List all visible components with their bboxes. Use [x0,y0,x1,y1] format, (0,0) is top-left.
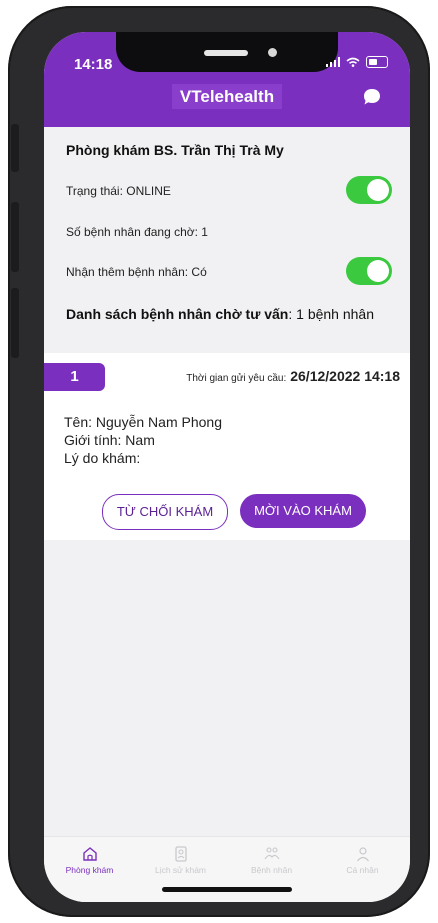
app-title: VTelehealth [44,84,410,109]
side-button [11,202,19,272]
toggle-knob [367,260,389,282]
patient-name: Tên: Nguyễn Nam Phong [64,414,222,430]
side-button [11,288,19,358]
patient-gender: Giới tính: Nam [64,432,155,448]
bottom-tab-bar: Phòng khám Lịch sử khám Bệnh nhân Cá nhâ… [44,836,410,902]
toggle-knob [367,179,389,201]
tab-phong-kham[interactable]: Phòng khám [44,845,135,875]
waiting-count-label: Số bệnh nhân đang chờ: 1 [66,225,208,239]
request-time: Thời gian gửi yêu cầu: 26/12/2022 14:18 [186,368,400,384]
battery-icon [366,56,388,68]
tab-label: Cá nhân [346,865,379,875]
invite-button[interactable]: MỜI VÀO KHÁM [240,494,366,528]
waiting-list-title: Danh sách bệnh nhân chờ tư vấn: 1 bệnh n… [66,306,374,322]
patient-number-badge: 1 [44,363,105,391]
status-time: 14:18 [74,56,113,73]
home-indicator [162,887,292,892]
person-icon [356,847,369,862]
reject-button[interactable]: TỪ CHỐI KHÁM [102,494,228,530]
home-icon [82,847,97,861]
status-toggle[interactable] [346,176,392,204]
wifi-icon [346,57,360,67]
signal-icon [326,57,340,67]
tab-lich-su-kham[interactable]: Lịch sử khám [135,845,226,875]
app-header: 14:18 VTelehealth [44,32,410,127]
speaker [204,50,248,56]
camera [268,48,277,57]
patients-icon [264,847,279,860]
tab-label: Phòng khám [65,865,114,875]
phone-frame: 14:18 VTelehealth Phòng khám BS. Trần Th… [8,6,430,917]
status-icons [326,56,388,68]
tab-label: Lịch sử khám [154,865,207,875]
chat-bubble-icon[interactable] [362,87,382,107]
history-icon [174,846,187,862]
tab-label: Bệnh nhân [250,865,293,875]
accept-patients-toggle[interactable] [346,257,392,285]
notch [116,32,338,72]
tab-ca-nhan[interactable]: Cá nhân [317,845,408,875]
clinic-name: Phòng khám BS. Trần Thị Trà My [66,142,284,158]
side-button [11,124,19,172]
status-label: Trạng thái: ONLINE [66,184,171,198]
patient-reason: Lý do khám: [64,450,141,466]
app-screen: 14:18 VTelehealth Phòng khám BS. Trần Th… [44,32,410,902]
tab-benh-nhan[interactable]: Bệnh nhân [226,845,317,875]
accept-patients-label: Nhận thêm bệnh nhân: Có [66,265,207,279]
